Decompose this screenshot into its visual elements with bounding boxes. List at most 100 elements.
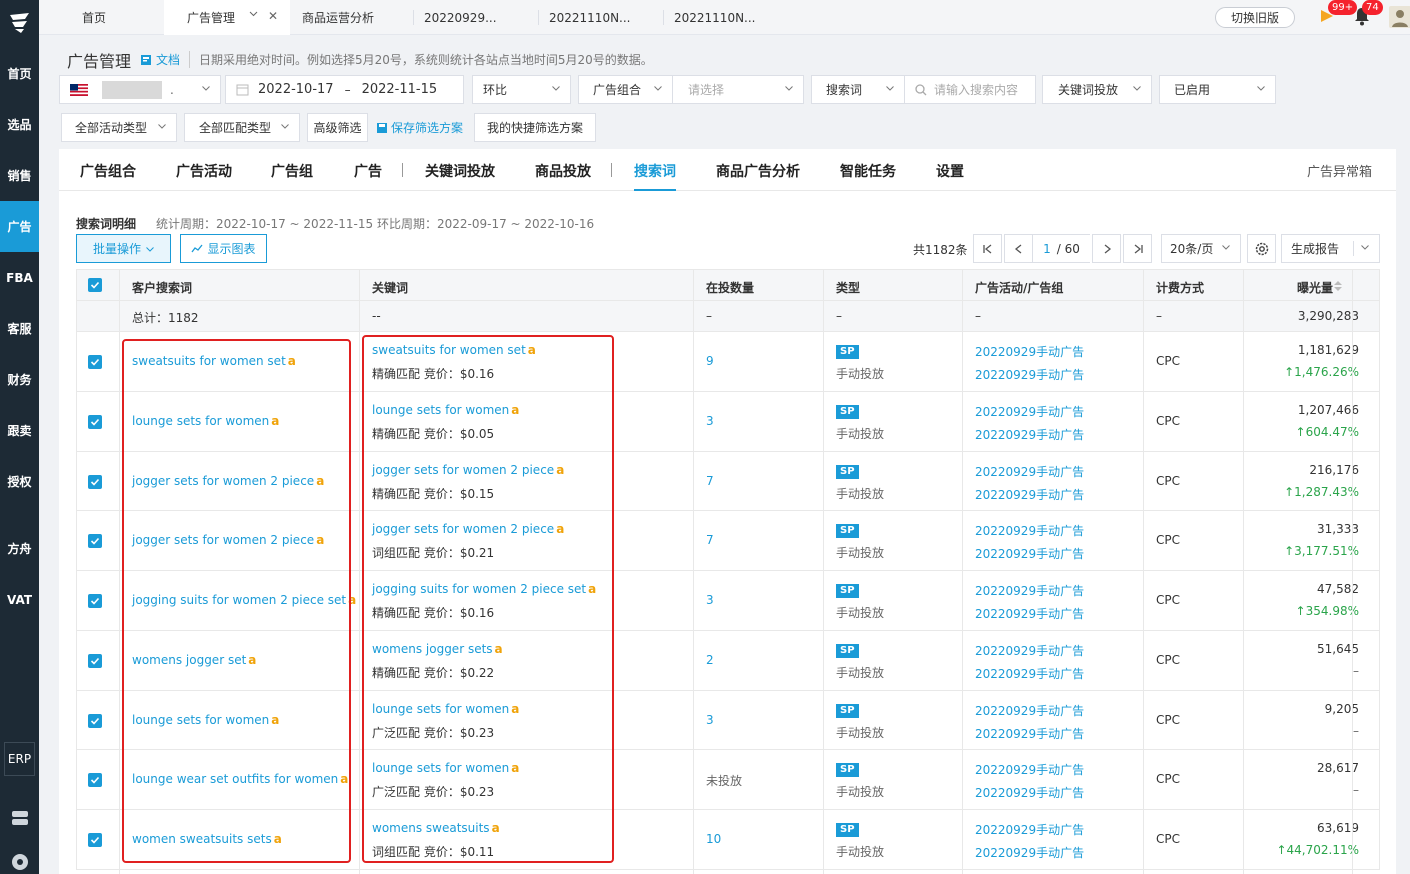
match-type-select[interactable]: 全部匹配类型	[184, 113, 300, 142]
header-count[interactable]: 在投数量	[706, 279, 754, 296]
sidebar-item-authorization[interactable]: 授权	[0, 456, 39, 507]
amazon-icon[interactable]: a	[511, 403, 519, 417]
active-count[interactable]: 7	[706, 474, 714, 488]
tab-ad-management[interactable]: 广告管理 ✕	[164, 0, 290, 35]
row-checkbox[interactable]	[88, 714, 102, 728]
ad-group-select[interactable]: 请选择	[672, 75, 804, 104]
amazon-icon[interactable]: a	[340, 772, 348, 786]
table-row[interactable]: jogger sets for women 2 piece a jogger set…	[76, 452, 1380, 511]
amazon-icon[interactable]: a	[274, 832, 282, 846]
active-count[interactable]: 3	[706, 414, 714, 428]
header-search-term[interactable]: 客户搜索词	[132, 279, 192, 296]
tab-home[interactable]: 首页	[39, 0, 164, 35]
ad-group-link[interactable]: 20220929手动广告	[975, 784, 1084, 801]
search-term-link[interactable]: lounge sets for women a	[132, 713, 279, 727]
avatar[interactable]	[1389, 6, 1410, 28]
tab-search-term[interactable]: 搜索词	[634, 161, 676, 191]
ad-group-link[interactable]: 20220929手动广告	[975, 366, 1084, 383]
keyword-target-select[interactable]: 关键词投放	[1042, 75, 1152, 104]
row-checkbox[interactable]	[88, 654, 102, 668]
activity-type-select[interactable]: 全部活动类型	[61, 113, 177, 142]
ad-group-link[interactable]: 20220929手动广告	[975, 605, 1084, 622]
date-range-picker[interactable]: 2022-10-17 – 2022-11-15	[225, 75, 464, 104]
store-select[interactable]: .	[59, 75, 221, 104]
keyword-link[interactable]: jogger sets for women 2 piece a	[372, 463, 564, 477]
table-row[interactable]: jogger sets for women 2 piece a jogger set…	[76, 511, 1380, 571]
amazon-icon[interactable]: a	[271, 713, 279, 727]
amazon-icon[interactable]: a	[492, 821, 500, 835]
keyword-link[interactable]: sweatsuits for women set a	[372, 343, 536, 357]
header-campaign[interactable]: 广告活动/广告组	[975, 279, 1063, 296]
compare-select[interactable]: 环比	[472, 75, 571, 104]
campaign-link[interactable]: 20220929手动广告	[975, 702, 1084, 719]
campaign-link[interactable]: 20220929手动广告	[975, 522, 1084, 539]
sidebar-item-customer-service[interactable]: 客服	[0, 303, 39, 354]
sidebar-item-sales[interactable]: 销售	[0, 150, 39, 201]
header-keyword[interactable]: 关键词	[372, 279, 408, 296]
switch-old-version-button[interactable]: 切换旧版	[1215, 7, 1295, 28]
tab-ad[interactable]: 广告	[354, 161, 382, 181]
row-checkbox[interactable]	[88, 415, 102, 429]
header-type[interactable]: 类型	[836, 279, 860, 296]
tab-keyword-target[interactable]: 关键词投放	[425, 161, 495, 181]
help-icon[interactable]	[10, 852, 30, 872]
row-checkbox[interactable]	[88, 594, 102, 608]
campaign-link[interactable]: 20220929手动广告	[975, 403, 1084, 420]
ad-group-link[interactable]: 20220929手动广告	[975, 426, 1084, 443]
row-checkbox[interactable]	[88, 773, 102, 787]
tab-ad-group[interactable]: 广告组	[271, 161, 313, 181]
table-row[interactable]: sweatsuits for women set a sweatsuits for …	[76, 332, 1380, 392]
ad-group-type-select[interactable]: 广告组合	[578, 75, 673, 104]
keyword-link[interactable]: womens sweatsuits a	[372, 821, 500, 835]
amazon-icon[interactable]: a	[271, 414, 279, 428]
active-count[interactable]: 3	[706, 713, 714, 727]
table-row[interactable]: jogging suits for women 2 piece set a jogg…	[76, 571, 1380, 631]
tab-smart-task[interactable]: 智能任务	[840, 161, 896, 181]
amazon-icon[interactable]: a	[588, 582, 596, 596]
amazon-icon[interactable]: a	[316, 474, 324, 488]
campaign-link[interactable]: 20220929手动广告	[975, 761, 1084, 778]
header-billing[interactable]: 计费方式	[1156, 279, 1204, 296]
search-term-link[interactable]: lounge sets for women a	[132, 414, 279, 428]
table-row[interactable]: lounge sets for women a lounge sets for wo…	[76, 691, 1380, 750]
save-scheme-link[interactable]: 保存筛选方案	[376, 119, 463, 136]
campaign-link[interactable]: 20220929手动广告	[975, 582, 1084, 599]
storage-icon[interactable]	[10, 808, 30, 828]
active-count[interactable]: 未投放	[706, 772, 742, 789]
status-select[interactable]: 已启用	[1159, 75, 1276, 104]
select-all-checkbox[interactable]	[88, 278, 102, 292]
amazon-icon[interactable]: a	[511, 702, 519, 716]
sort-icon[interactable]	[1333, 280, 1343, 292]
row-checkbox[interactable]	[88, 475, 102, 489]
table-row[interactable]: womens jogger set a womens jogger sets a 精确匹…	[76, 631, 1380, 691]
search-term-link[interactable]: jogger sets for women 2 piece a	[132, 474, 324, 488]
search-term-link[interactable]: womens jogger set a	[132, 653, 256, 667]
keyword-link[interactable]: lounge sets for women a	[372, 761, 519, 775]
tab-campaign-3[interactable]: 20221110N...	[664, 0, 789, 35]
sidebar-item-vat[interactable]: VAT	[0, 574, 39, 625]
first-page-button[interactable]	[973, 234, 1002, 263]
search-term-link[interactable]: jogging suits for women 2 piece set a	[132, 593, 356, 607]
sidebar-item-home[interactable]: 首页	[0, 48, 39, 99]
amazon-icon[interactable]: a	[248, 653, 256, 667]
ad-group-link[interactable]: 20220929手动广告	[975, 725, 1084, 742]
campaign-link[interactable]: 20220929手动广告	[975, 463, 1084, 480]
settings-button[interactable]	[1247, 234, 1276, 263]
active-count[interactable]: 2	[706, 653, 714, 667]
search-term-link[interactable]: sweatsuits for women set a	[132, 354, 296, 368]
amazon-icon[interactable]: a	[556, 463, 564, 477]
active-count[interactable]: 3	[706, 593, 714, 607]
sidebar-item-finance[interactable]: 财务	[0, 354, 39, 405]
tab-product-ad-analysis[interactable]: 商品广告分析	[716, 161, 800, 181]
table-row[interactable]: women sweatsuits sets a womens sweatsuits a…	[76, 810, 1380, 870]
amazon-icon[interactable]: a	[511, 761, 519, 775]
table-row[interactable]: lounge wear set outfits for women a lounge…	[76, 750, 1380, 810]
ad-group-link[interactable]: 20220929手动广告	[975, 844, 1084, 861]
close-icon[interactable]: ✕	[268, 9, 278, 23]
header-impressions[interactable]: 曝光量	[1297, 279, 1333, 296]
sidebar-item-fba[interactable]: FBA	[0, 252, 39, 303]
active-count[interactable]: 7	[706, 533, 714, 547]
sidebar-item-follow-sell[interactable]: 跟卖	[0, 405, 39, 456]
active-count[interactable]: 10	[706, 832, 721, 846]
table-row[interactable]: lounge sets for women a lounge sets for wo…	[76, 392, 1380, 452]
